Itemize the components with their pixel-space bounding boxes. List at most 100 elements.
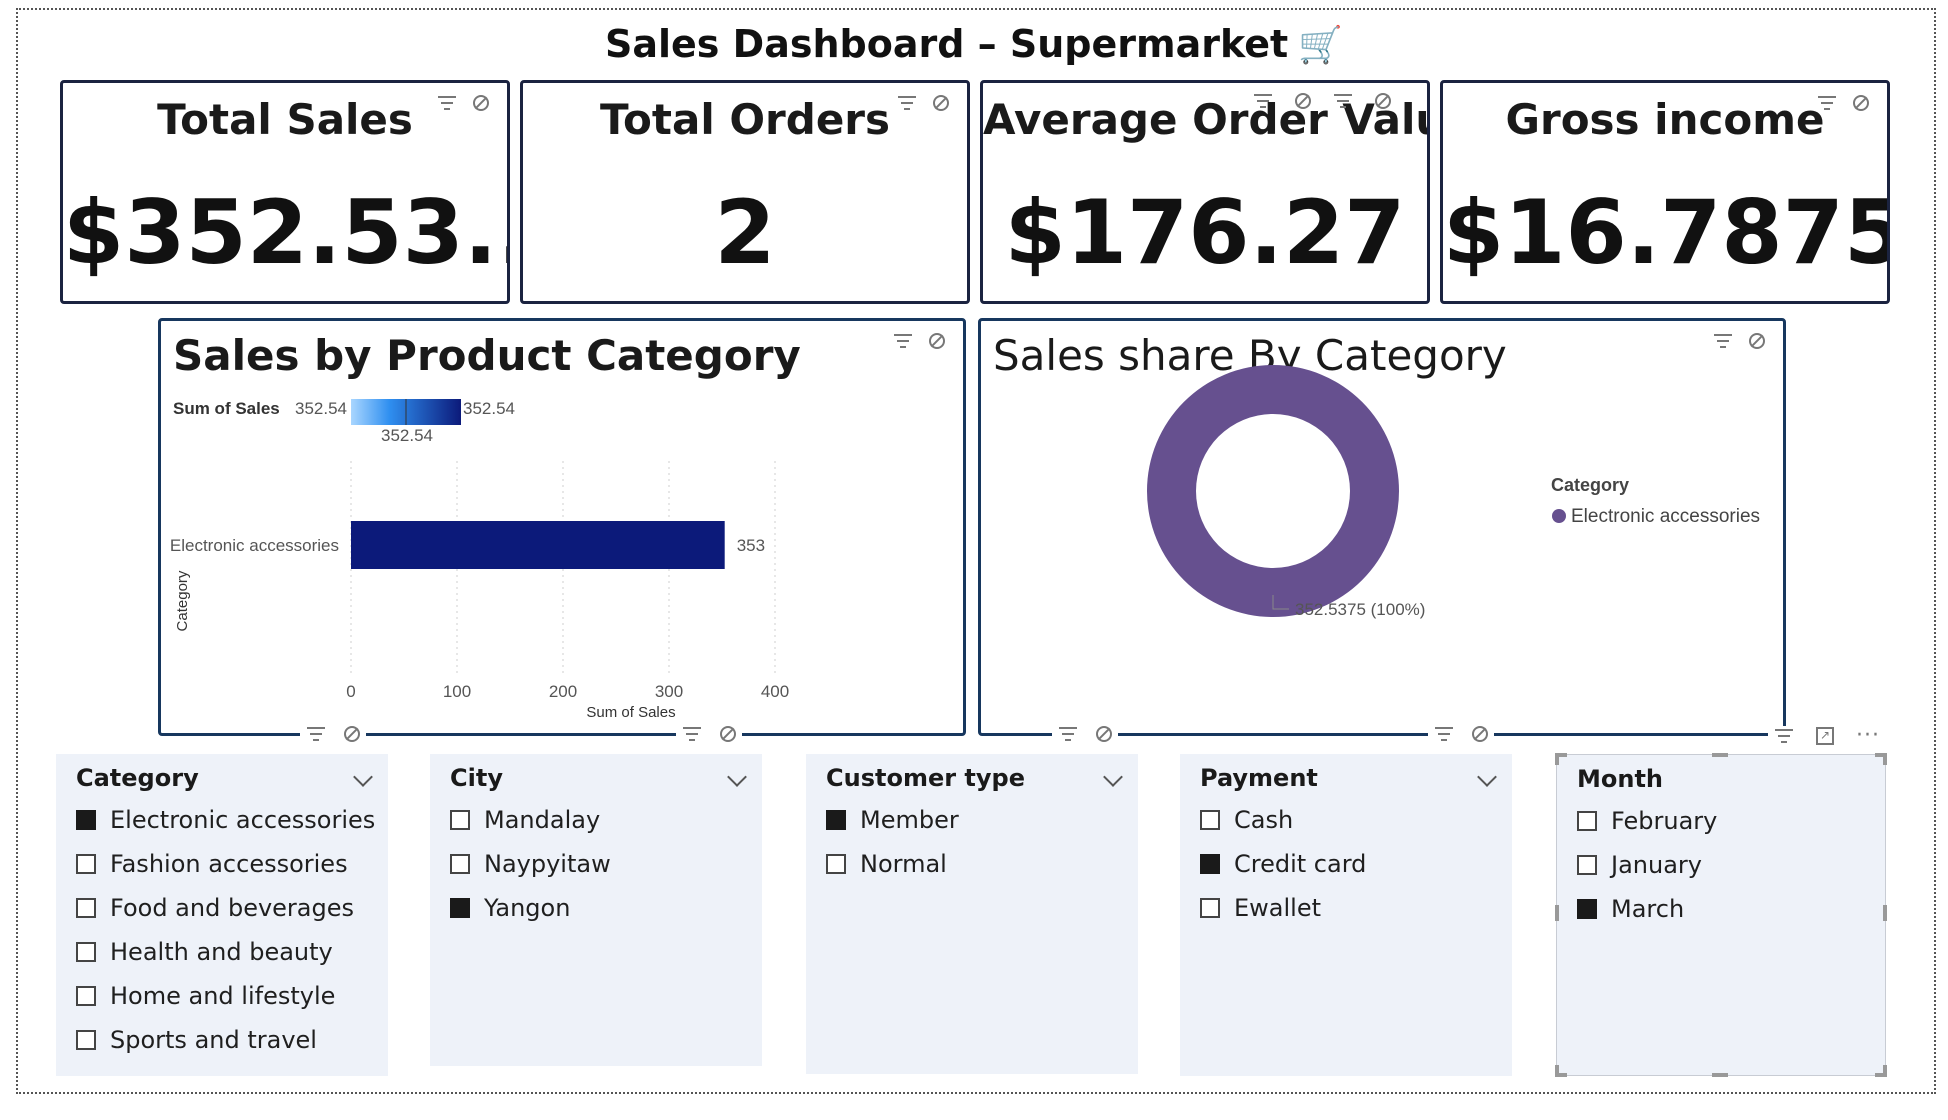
slicer-option[interactable]: Health and beauty	[76, 938, 333, 966]
checkbox[interactable]	[1200, 810, 1220, 830]
filter-icon[interactable]	[1253, 93, 1273, 109]
checkbox[interactable]	[1577, 899, 1597, 919]
filter-icon[interactable]	[1058, 726, 1078, 742]
filter-icon[interactable]	[306, 726, 326, 742]
legend-item[interactable]: Electronic accessories	[1571, 506, 1760, 527]
slash-circle-icon[interactable]	[473, 95, 489, 111]
checkbox[interactable]	[826, 810, 846, 830]
kpi-value: 2	[714, 181, 776, 284]
resize-handle[interactable]	[1555, 905, 1559, 921]
checkbox[interactable]	[1200, 854, 1220, 874]
bar-chart-card[interactable]: Sales by Product Category Sum of Sales 3…	[158, 318, 966, 736]
donut-slice[interactable]	[1147, 365, 1399, 617]
checkbox[interactable]	[450, 854, 470, 874]
slicer-customer-type[interactable]: Customer type Member Normal	[806, 754, 1138, 1074]
kpi-card-total-sales[interactable]: Total Sales $352.53...	[60, 80, 510, 304]
slash-circle-icon[interactable]	[929, 333, 945, 349]
slash-circle-icon[interactable]	[1295, 93, 1311, 109]
slash-circle-icon[interactable]	[1749, 333, 1765, 349]
kpi-value: $176.27	[1004, 181, 1406, 284]
filter-icon[interactable]	[1333, 93, 1353, 109]
filter-icon[interactable]	[1713, 333, 1733, 349]
kpi-value: $352.53...	[63, 181, 507, 284]
legend-min: 352.54	[295, 399, 347, 418]
filter-icon[interactable]	[437, 95, 457, 111]
filter-icon[interactable]	[893, 333, 913, 349]
kpi-card-gross-income[interactable]: Gross income $16.7875	[1440, 80, 1890, 304]
filter-icon[interactable]	[897, 95, 917, 111]
resize-handle[interactable]	[1712, 753, 1728, 757]
x-axis-label: Sum of Sales	[586, 704, 675, 721]
chevron-down-icon[interactable]	[353, 767, 373, 787]
slicer-option[interactable]: Fashion accessories	[76, 850, 348, 878]
donut-data-label: 352.5375 (100%)	[1295, 600, 1425, 619]
slicer-title: Category	[76, 764, 199, 792]
slicer-option[interactable]: Member	[826, 806, 959, 834]
filter-icon[interactable]	[1774, 728, 1794, 744]
resize-handle[interactable]	[1555, 1065, 1559, 1077]
checkbox[interactable]	[76, 1030, 96, 1050]
checkbox[interactable]	[76, 942, 96, 962]
slash-circle-icon[interactable]	[720, 726, 736, 742]
kpi-value: $16.7875	[1443, 181, 1890, 284]
resize-handle[interactable]	[1883, 753, 1887, 765]
slash-circle-icon[interactable]	[1472, 726, 1488, 742]
slicer-option[interactable]: Sports and travel	[76, 1026, 317, 1054]
slicer-month[interactable]: Month February January March	[1555, 753, 1887, 1077]
slicer-option[interactable]: Food and beverages	[76, 894, 354, 922]
x-tick-label: 400	[761, 682, 789, 701]
donut-chart-card[interactable]: Sales share By Category 352.5375 (100%) …	[978, 318, 1786, 736]
filter-icon[interactable]	[1817, 95, 1837, 111]
chevron-down-icon[interactable]	[727, 767, 747, 787]
more-options-icon[interactable]: ···	[1856, 725, 1880, 747]
slash-circle-icon[interactable]	[1096, 726, 1112, 742]
slicer-option[interactable]: January	[1577, 851, 1702, 879]
slicer-option[interactable]: Ewallet	[1200, 894, 1321, 922]
slicer-option[interactable]: Naypyitaw	[450, 850, 611, 878]
resize-handle[interactable]	[1883, 1065, 1887, 1077]
slicer-city[interactable]: City Mandalay Naypyitaw Yangon	[430, 754, 762, 1066]
kpi-card-total-orders[interactable]: Total Orders 2	[520, 80, 970, 304]
slicer-title: City	[450, 764, 503, 792]
slicer-option[interactable]: Home and lifestyle	[76, 982, 335, 1010]
checkbox[interactable]	[1577, 855, 1597, 875]
checkbox[interactable]	[76, 986, 96, 1006]
resize-handle[interactable]	[1883, 905, 1887, 921]
filter-icon[interactable]	[682, 726, 702, 742]
slicer-option[interactable]: Electronic accessories	[76, 806, 375, 834]
slicer-option[interactable]: March	[1577, 895, 1684, 923]
checkbox[interactable]	[1200, 898, 1220, 918]
slicer-title: Month	[1577, 765, 1664, 793]
slicer-option[interactable]: Mandalay	[450, 806, 600, 834]
resize-handle[interactable]	[1712, 1073, 1728, 1077]
checkbox[interactable]	[76, 898, 96, 918]
slicer-title: Customer type	[826, 764, 1025, 792]
chevron-down-icon[interactable]	[1103, 767, 1123, 787]
slicer-category[interactable]: Category Electronic accessories Fashion …	[56, 754, 388, 1076]
slash-circle-icon[interactable]	[933, 95, 949, 111]
checkbox[interactable]	[1577, 811, 1597, 831]
checkbox[interactable]	[76, 854, 96, 874]
checkbox[interactable]	[826, 854, 846, 874]
slicer-payment[interactable]: Payment Cash Credit card Ewallet	[1180, 754, 1512, 1076]
slicer-option[interactable]: Credit card	[1200, 850, 1366, 878]
focus-mode-icon[interactable]: ↗	[1816, 727, 1834, 745]
shopping-cart-icon: 🛒	[1298, 25, 1343, 66]
slicer-option[interactable]: February	[1577, 807, 1717, 835]
slash-circle-icon[interactable]	[344, 726, 360, 742]
checkbox[interactable]	[450, 898, 470, 918]
bar-chart-title: Sales by Product Category	[173, 331, 801, 380]
resize-handle[interactable]	[1555, 753, 1559, 765]
checkbox[interactable]	[450, 810, 470, 830]
slicer-option[interactable]: Normal	[826, 850, 947, 878]
slicer-option[interactable]: Cash	[1200, 806, 1293, 834]
slash-circle-icon[interactable]	[1375, 93, 1391, 109]
checkbox[interactable]	[76, 810, 96, 830]
slash-circle-icon[interactable]	[1853, 95, 1869, 111]
dashboard-title: Sales Dashboard – Supermarket	[605, 22, 1289, 66]
bar[interactable]	[351, 521, 725, 569]
filter-icon[interactable]	[1434, 726, 1454, 742]
kpi-card-average-order-value[interactable]: Average Order Value $176.27	[980, 80, 1430, 304]
slicer-option[interactable]: Yangon	[450, 894, 570, 922]
chevron-down-icon[interactable]	[1477, 767, 1497, 787]
